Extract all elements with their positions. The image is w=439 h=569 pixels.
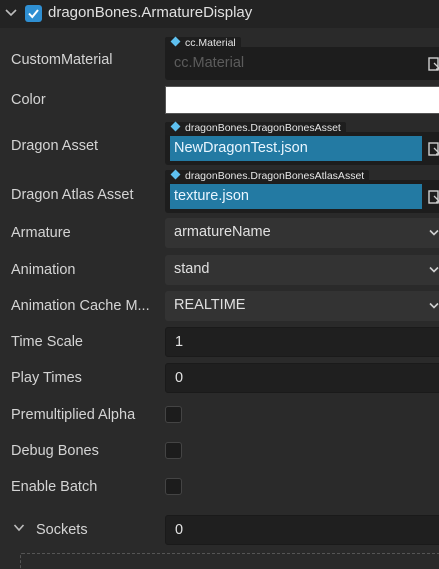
armature-label: Armature (11, 225, 71, 241)
premultiplied-alpha-label: Premultiplied Alpha (11, 407, 136, 423)
component-title: dragonBones.ArmatureDisplay (48, 4, 253, 21)
sockets-label: Sockets (36, 522, 88, 538)
armature-value: armatureName (174, 224, 271, 240)
animation-value: stand (174, 261, 210, 277)
dragon-atlas-asset-label: Dragon Atlas Asset (11, 187, 134, 203)
dragon-asset-type-text: dragonBones.DragonBonesAsset (185, 122, 341, 134)
play-times-value: 0 (175, 370, 184, 386)
chevron-down-icon (429, 302, 439, 309)
chevron-down-icon (429, 229, 439, 236)
dragon-atlas-asset-value: texture.json (170, 184, 422, 209)
dragon-atlas-asset-type-tag: dragonBones.DragonBonesAtlasAsset (165, 169, 370, 183)
color-label: Color (11, 92, 46, 108)
asset-type-icon (170, 169, 181, 180)
sockets-count-input[interactable]: 0 (165, 515, 439, 545)
custom-material-type-text: cc.Material (185, 37, 236, 49)
debug-bones-label: Debug Bones (11, 443, 99, 459)
custom-material-type-tag: cc.Material (165, 36, 241, 50)
chevron-down-icon (429, 266, 439, 273)
checkmark-icon (28, 9, 39, 19)
armature-select[interactable]: armatureName (165, 218, 439, 248)
sockets-drop-area (20, 553, 439, 569)
component-enabled-checkbox[interactable] (25, 5, 42, 22)
chevron-down-icon[interactable] (13, 523, 25, 533)
custom-material-label: CustomMaterial (11, 52, 113, 68)
premultiplied-alpha-checkbox[interactable] (165, 406, 182, 423)
dragon-atlas-asset-type-text: dragonBones.DragonBonesAtlasAsset (185, 170, 365, 182)
debug-bones-checkbox[interactable] (165, 442, 182, 459)
animation-label: Animation (11, 262, 76, 278)
custom-material-value: cc.Material (174, 55, 245, 71)
component-header: dragonBones.ArmatureDisplay (0, 0, 439, 28)
dragon-asset-type-tag: dragonBones.DragonBonesAsset (165, 121, 346, 135)
asset-picker-icon[interactable] (428, 141, 439, 157)
sockets-count-value: 0 (175, 522, 184, 538)
dragon-asset-value: NewDragonTest.json (170, 136, 422, 161)
asset-picker-icon[interactable] (428, 189, 439, 205)
animation-cache-mode-value: REALTIME (174, 297, 246, 313)
animation-select[interactable]: stand (165, 255, 439, 285)
asset-picker-icon[interactable] (428, 56, 439, 72)
animation-cache-mode-select[interactable]: REALTIME (165, 291, 439, 321)
chevron-down-icon[interactable] (4, 6, 18, 20)
dragon-asset-box: NewDragonTest.json (165, 132, 439, 165)
enable-batch-label: Enable Batch (11, 479, 98, 495)
asset-type-icon (170, 36, 181, 47)
asset-type-icon (170, 121, 181, 132)
time-scale-value: 1 (175, 334, 184, 350)
dragon-asset-label: Dragon Asset (11, 138, 99, 154)
color-swatch[interactable] (165, 86, 439, 114)
play-times-input[interactable]: 0 (165, 363, 439, 393)
animation-cache-mode-label: Animation Cache M... (11, 298, 150, 314)
custom-material-box: cc.Material (165, 47, 439, 80)
enable-batch-checkbox[interactable] (165, 478, 182, 495)
dragon-atlas-asset-box: texture.json (165, 180, 439, 213)
time-scale-input[interactable]: 1 (165, 327, 439, 357)
play-times-label: Play Times (11, 370, 82, 386)
time-scale-label: Time Scale (11, 334, 83, 350)
